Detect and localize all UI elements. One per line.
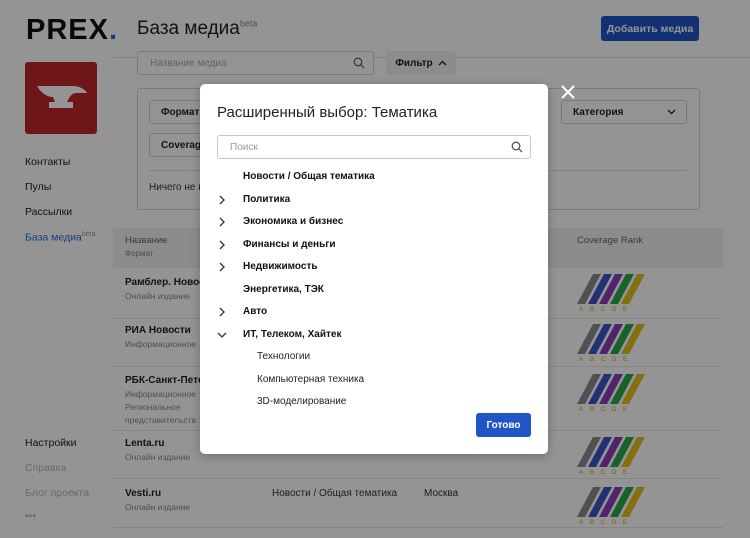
chevron-down-icon[interactable] [217,329,227,341]
close-icon[interactable] [560,84,576,100]
topic-item[interactable]: Авто [217,305,537,323]
topic-item[interactable]: Экономика и бизнес [217,215,537,233]
topic-item[interactable]: Политика [217,193,537,211]
topic-item-label: Финансы и деньги [243,238,336,250]
topic-item-label: Экономика и бизнес [243,216,344,227]
chevron-right-icon[interactable] [217,261,227,273]
chevron-right-icon[interactable] [217,306,227,318]
chevron-right-icon[interactable] [217,239,227,251]
topic-subitem[interactable]: 3D-моделирование [257,396,346,407]
chevron-right-icon[interactable] [217,194,227,206]
topic-search-input[interactable]: Поиск [217,135,531,159]
topic-item-label: Энергетика, ТЭК [243,283,324,295]
topic-subitem[interactable]: Технологии [257,351,310,362]
topic-item-label: Новости / Общая тематика [243,171,375,182]
search-icon [511,141,523,153]
topic-item[interactable]: Недвижимость [217,260,537,278]
chevron-right-icon[interactable] [217,216,227,228]
topic-item-label: Недвижимость [243,261,318,272]
topic-item[interactable]: ИТ, Телеком, Хайтек [217,328,537,346]
topic-item[interactable]: Новости / Общая тематика [217,170,537,188]
topic-picker-modal: Расширенный выбор: Тематика Поиск Новост… [200,84,548,454]
topic-subitem[interactable]: Компьютерная техника [257,374,364,385]
topic-item-label: Политика [243,193,291,205]
modal-title: Расширенный выбор: Тематика [217,104,438,121]
done-button[interactable]: Готово [476,413,531,437]
topic-item[interactable]: Энергетика, ТЭК [217,283,537,301]
topic-item-label: ИТ, Телеком, Хайтек [243,328,342,340]
topic-item[interactable]: Финансы и деньги [217,238,537,256]
topic-item-label: Авто [243,306,268,317]
